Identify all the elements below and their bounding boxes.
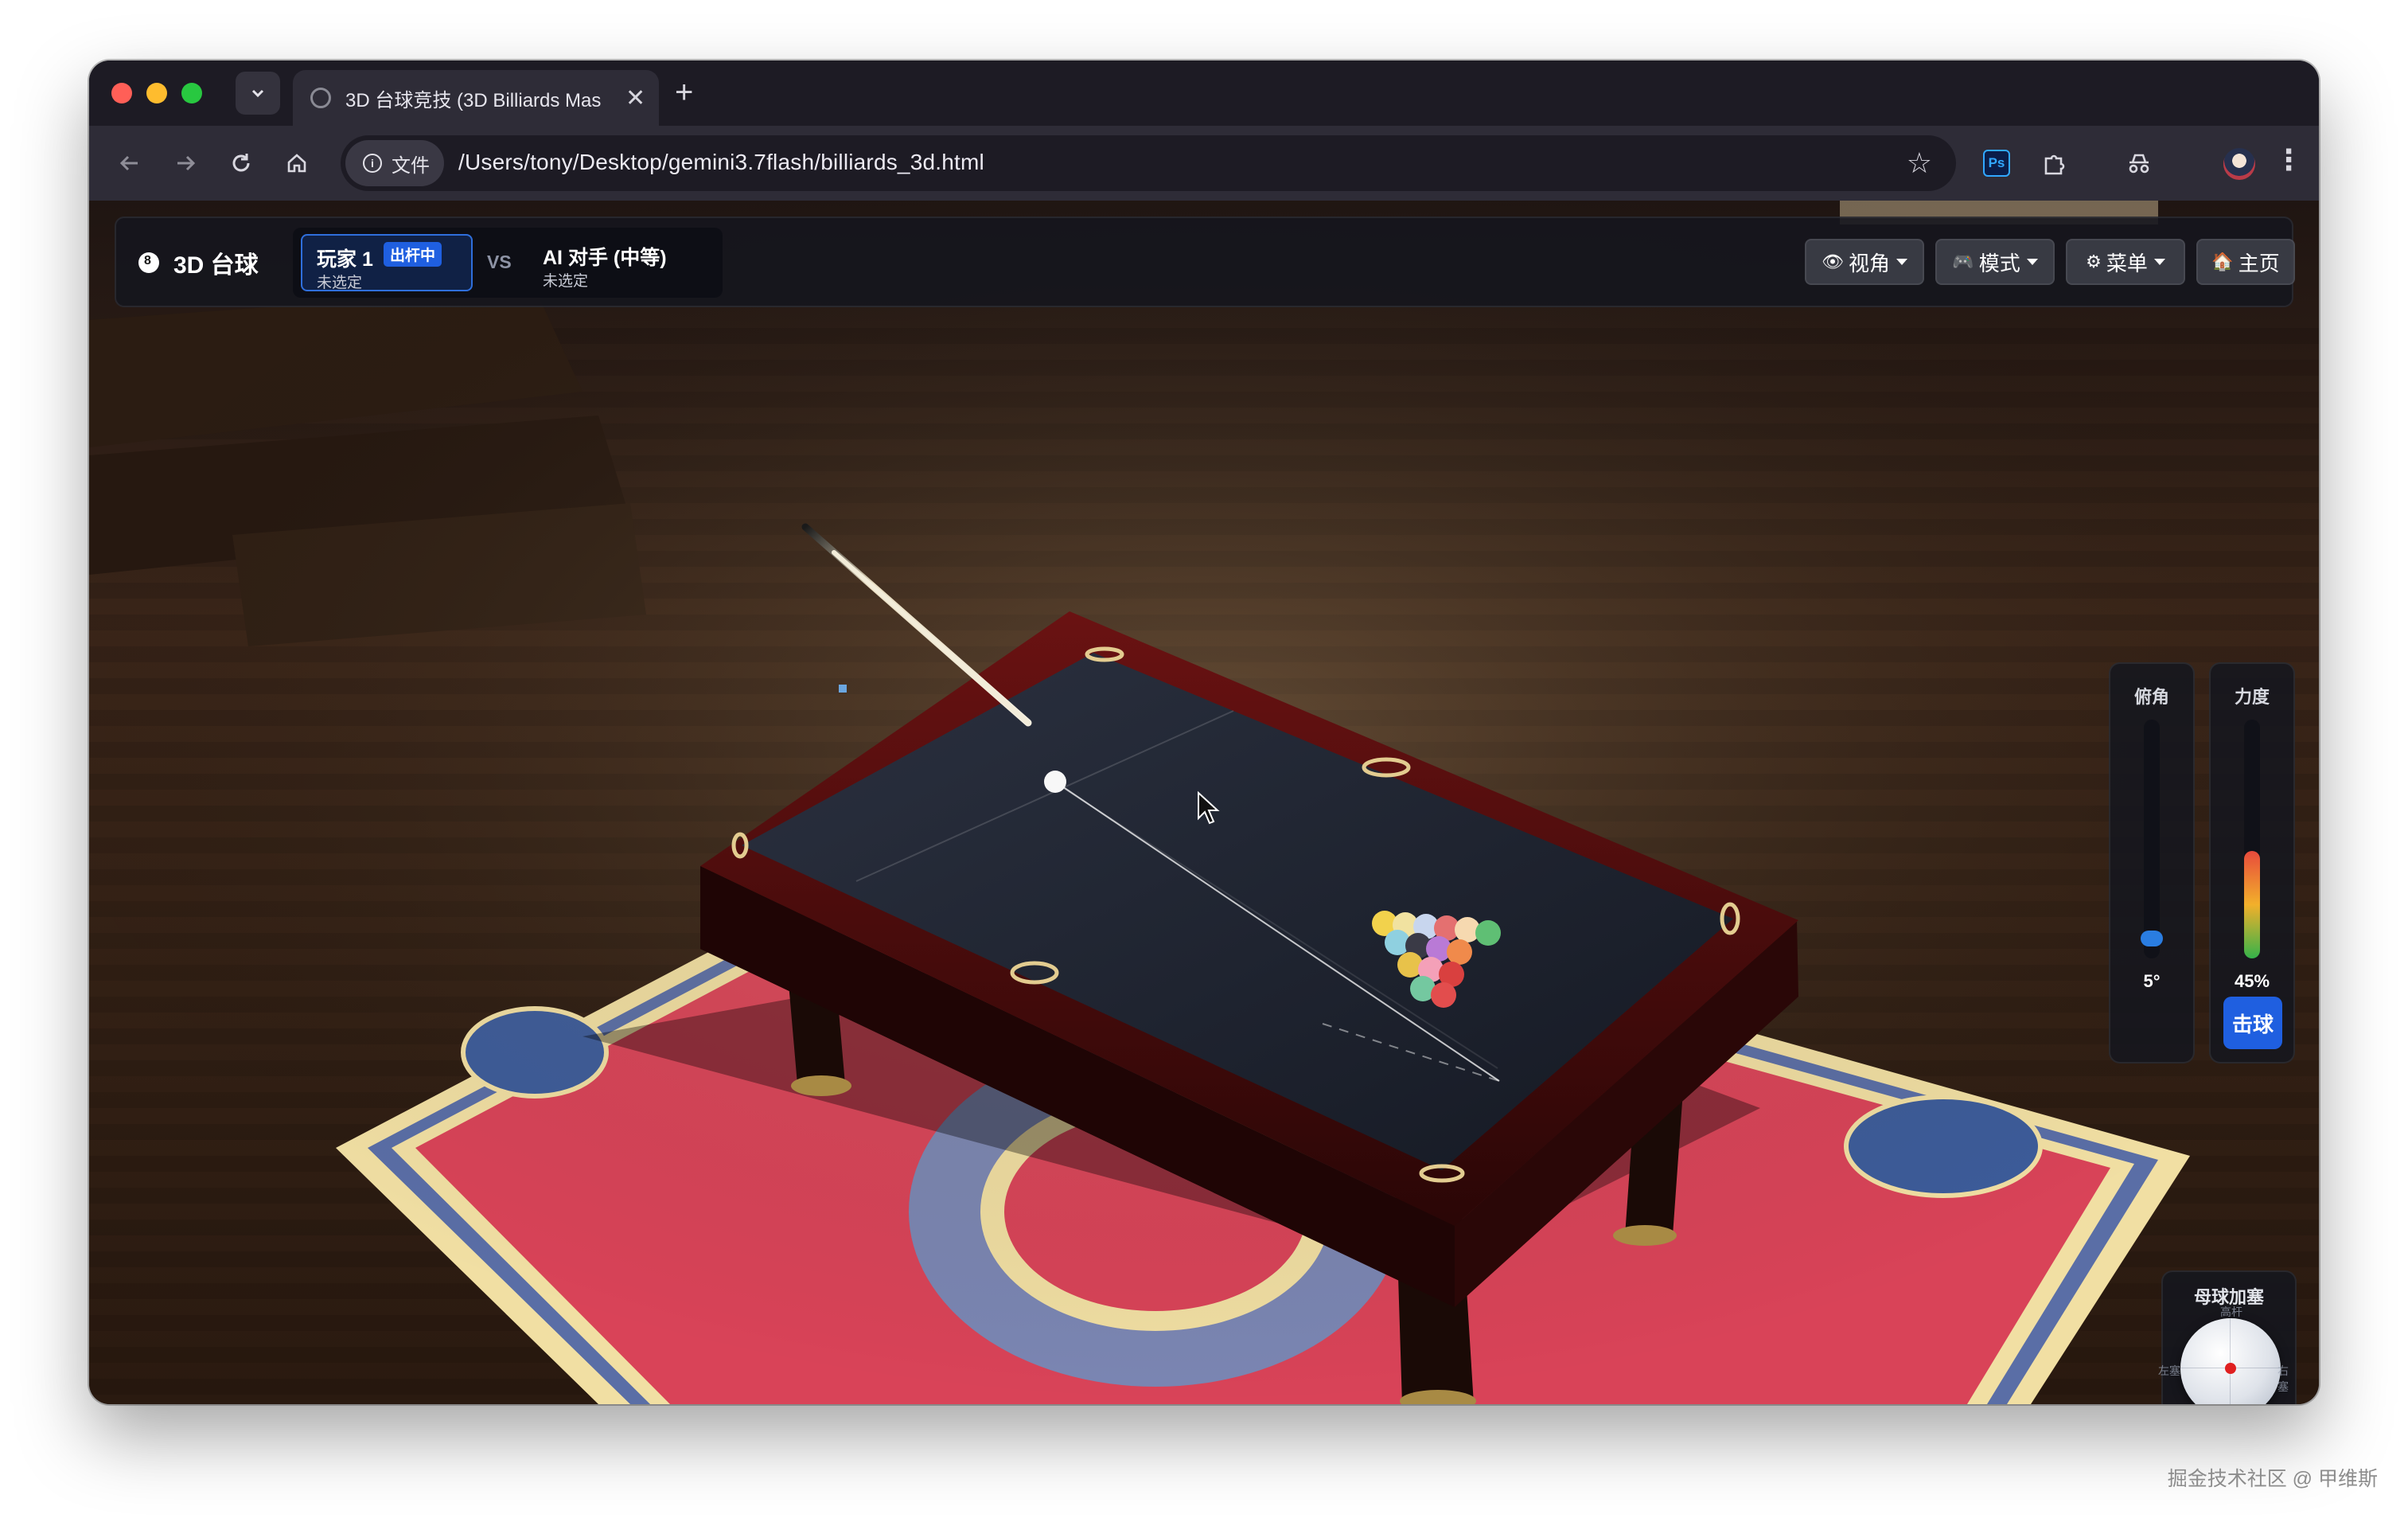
- menu-label: 菜单: [2106, 251, 2148, 275]
- address-bar[interactable]: i 文件 /Users/tony/Desktop/gemini3.7flash/…: [341, 135, 1956, 191]
- turn-badge: 出杆中: [384, 242, 442, 267]
- url-text[interactable]: /Users/tony/Desktop/gemini3.7flash/billi…: [458, 150, 984, 175]
- bookmark-star-icon[interactable]: ☆: [1907, 146, 1932, 180]
- close-tab-icon[interactable]: ✕: [625, 84, 645, 112]
- billiard-ball-icon: [138, 252, 159, 273]
- photoshop-extension-icon[interactable]: Ps: [1983, 150, 2010, 177]
- reload-button[interactable]: [221, 143, 261, 183]
- spin-selector[interactable]: [2180, 1318, 2281, 1404]
- back-button[interactable]: [110, 143, 150, 183]
- new-tab-button[interactable]: +: [675, 76, 693, 108]
- home-button[interactable]: [277, 143, 317, 183]
- home-icon: [287, 154, 306, 173]
- view-label: 视角: [1848, 251, 1890, 275]
- tab-title: 3D 台球竞技 (3D Billiards Mas: [345, 89, 602, 111]
- extensions-puzzle-icon[interactable]: [2039, 148, 2071, 180]
- billiards-3d-scene[interactable]: [89, 201, 2319, 1404]
- spin-point[interactable]: [2225, 1363, 2236, 1374]
- maximize-window-button[interactable]: [181, 83, 202, 103]
- minimize-window-button[interactable]: [146, 83, 167, 103]
- spin-right-label: 右塞: [2277, 1364, 2289, 1393]
- player1-name: 玩家 1: [317, 248, 373, 271]
- spin-panel: 母球加塞 高杆 低杆 左塞 右塞: [2158, 1270, 2297, 1404]
- player1-status: 未选定: [317, 275, 363, 291]
- game-logo: 3D 台球: [138, 245, 259, 280]
- arrow-right-icon: [177, 155, 196, 171]
- browser-window: 3D 台球竞技 (3D Billiards Mas ✕ + i 文件 /User…: [89, 60, 2319, 1404]
- caret-down-icon: [2026, 259, 2038, 265]
- caret-down-icon: [1896, 259, 1907, 265]
- power-panel: 力度 45% 击球: [2209, 662, 2295, 1063]
- power-value: 45%: [2234, 971, 2270, 991]
- game-canvas[interactable]: 3D 台球 玩家 1 出杆中 未选定 VS AI 对手 (中等) 未选定 👁 视…: [89, 201, 2319, 1404]
- house-icon: 🏠: [2211, 252, 2234, 271]
- power-meter-fill: [2244, 851, 2260, 958]
- gear-icon: ⚙: [2086, 252, 2102, 271]
- elevation-value: 5°: [2143, 971, 2161, 991]
- view-button[interactable]: 👁 视角: [1805, 239, 1924, 285]
- home-page-button[interactable]: 🏠 主页: [2196, 239, 2295, 285]
- globe-icon: [310, 88, 331, 108]
- player2-name: AI 对手 (中等): [543, 247, 667, 269]
- tab-bar: 3D 台球竞技 (3D Billiards Mas ✕ +: [89, 60, 2319, 126]
- elevation-slider[interactable]: [2141, 720, 2163, 958]
- browser-tab[interactable]: 3D 台球竞技 (3D Billiards Mas ✕: [293, 70, 659, 126]
- site-info-label: 文件: [392, 154, 430, 177]
- browser-toolbar: i 文件 /Users/tony/Desktop/gemini3.7flash/…: [89, 126, 2319, 201]
- caret-down-icon: [2153, 259, 2165, 265]
- vs-label: VS: [487, 252, 512, 272]
- mode-button[interactable]: 🎮 模式: [1935, 239, 2055, 285]
- close-window-button[interactable]: [111, 83, 132, 103]
- watermark: 掘金技术社区 @ 甲维斯: [2167, 1468, 2378, 1490]
- reload-icon: [232, 154, 250, 172]
- spin-top-label: 高杆: [2220, 1305, 2242, 1318]
- elevation-panel: 俯角 5°: [2109, 662, 2195, 1063]
- browser-menu-icon[interactable]: ⋮: [2274, 143, 2303, 177]
- player-scoreboard: 玩家 1 出杆中 未选定 VS AI 对手 (中等) 未选定: [293, 228, 723, 298]
- chalk: [839, 685, 847, 693]
- eye-icon: 👁: [1822, 252, 1844, 271]
- leg-cap: [791, 1075, 851, 1096]
- strike-button[interactable]: 击球: [2223, 997, 2282, 1049]
- game-title: 3D 台球: [173, 252, 259, 279]
- tab-search-button[interactable]: [236, 72, 280, 115]
- menu-button[interactable]: ⚙ 菜单: [2066, 239, 2185, 285]
- incognito-icon[interactable]: [2123, 148, 2155, 180]
- chevron-down-icon: [251, 89, 264, 98]
- elevation-slider-thumb[interactable]: [2141, 931, 2163, 946]
- profile-avatar[interactable]: [2223, 148, 2255, 180]
- arrow-left-icon: [119, 155, 138, 171]
- cue-ball[interactable]: [1044, 771, 1066, 793]
- power-label: 力度: [2234, 687, 2270, 707]
- spin-left-label: 左塞: [2158, 1364, 2180, 1377]
- gamepad-icon: 🎮: [1952, 252, 1974, 271]
- player2-card: AI 对手 (中等) 未选定: [528, 234, 711, 291]
- home-label: 主页: [2238, 251, 2280, 275]
- mode-label: 模式: [1978, 251, 2020, 275]
- forward-button[interactable]: [166, 143, 205, 183]
- game-hud-bar: 3D 台球 玩家 1 出杆中 未选定 VS AI 对手 (中等) 未选定 👁 视…: [115, 217, 2295, 307]
- info-icon: i: [363, 154, 382, 173]
- elevation-label: 俯角: [2133, 687, 2169, 707]
- spin-crosshair: [2230, 1318, 2231, 1404]
- player2-status: 未选定: [543, 273, 589, 290]
- player1-card: 玩家 1 出杆中 未选定: [301, 234, 473, 291]
- power-slider[interactable]: [2244, 720, 2260, 958]
- site-info-button[interactable]: i 文件: [345, 140, 444, 186]
- leg-cap: [1613, 1225, 1677, 1246]
